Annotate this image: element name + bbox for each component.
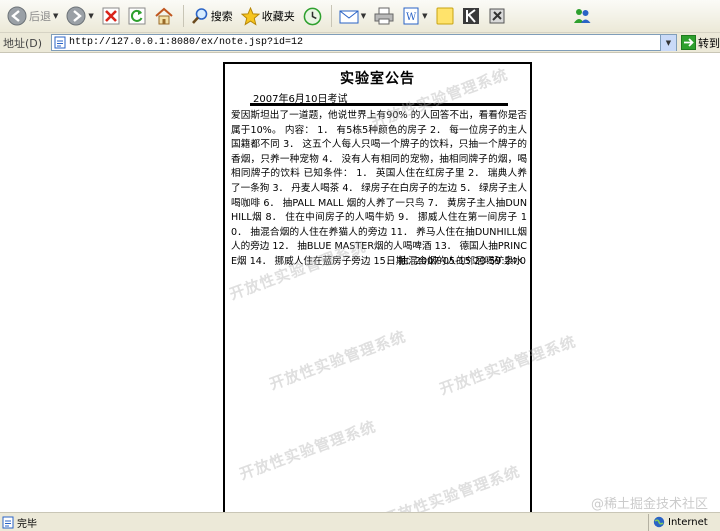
toolbar-separator	[330, 5, 332, 27]
note-icon	[436, 7, 454, 25]
edit-dropdown-icon[interactable]: ▼	[422, 12, 427, 20]
star-icon	[240, 6, 260, 26]
status-bar: 完毕 Internet	[0, 512, 720, 531]
address-bar: 地址(D) ▼ 转到	[0, 33, 720, 53]
security-zone[interactable]: Internet	[648, 513, 720, 531]
history-button[interactable]	[300, 3, 325, 29]
notice-title: 实验室公告	[340, 71, 415, 87]
mail-icon	[339, 10, 359, 24]
toolbar: 后退 ▼ ▼ 搜索 收藏夹 ▼ W ▼	[0, 0, 720, 33]
back-arrow-icon	[7, 6, 27, 26]
back-label: 后退	[29, 10, 51, 23]
notice-footer: 日期：2007-05-15 23:59:24.0	[386, 256, 526, 267]
notice-body: 爱因斯坦出了一道题，他说世界上有90% 的人回答不出，看看你是否属于10%。 内…	[231, 110, 527, 267]
kuaiche-button[interactable]	[459, 3, 483, 29]
k-logo-icon	[462, 8, 479, 24]
search-button[interactable]: 搜索	[188, 3, 236, 29]
zone-text: Internet	[668, 516, 708, 528]
favorites-button[interactable]: 收藏夹	[238, 3, 298, 29]
back-dropdown-icon[interactable]: ▼	[53, 12, 58, 20]
forward-dropdown-icon[interactable]: ▼	[88, 12, 93, 20]
address-label: 地址(D)	[3, 36, 43, 50]
stop-button[interactable]	[99, 3, 123, 29]
page-content: 实验室公告 2007年6月10日考试 爱因斯坦出了一道题，他说世界上有90% 的…	[0, 54, 720, 512]
search-icon	[191, 8, 208, 24]
history-icon	[303, 7, 322, 25]
go-button[interactable]: 转到	[681, 35, 720, 51]
mail-button[interactable]: ▼	[336, 3, 369, 29]
title-divider	[250, 103, 508, 106]
credit-watermark: @稀土掘金技术社区	[590, 497, 708, 512]
address-input[interactable]	[69, 35, 649, 50]
discuss-button[interactable]	[433, 3, 457, 29]
status-section: 完毕	[2, 515, 37, 530]
home-button[interactable]	[151, 3, 177, 29]
back-button[interactable]: 后退 ▼	[4, 3, 61, 29]
home-icon	[155, 7, 173, 25]
edit-button[interactable]: W ▼	[399, 3, 430, 29]
word-document-icon: W	[403, 7, 419, 25]
globe-icon	[653, 516, 665, 528]
address-field[interactable]: ▼	[51, 34, 677, 51]
search-label: 搜索	[210, 10, 233, 23]
toolbar-separator	[182, 5, 184, 27]
go-arrow-icon	[681, 35, 696, 50]
messenger-icon	[573, 9, 591, 23]
favorites-label: 收藏夹	[261, 10, 295, 23]
print-button[interactable]	[371, 3, 397, 29]
address-dropdown-icon[interactable]: ▼	[660, 34, 676, 51]
refresh-button[interactable]	[125, 3, 149, 29]
refresh-icon	[128, 7, 146, 25]
tool-button[interactable]	[485, 3, 509, 29]
printer-icon	[374, 7, 394, 25]
page-icon	[54, 36, 66, 49]
page-done-icon	[2, 516, 14, 528]
status-text: 完毕	[17, 518, 37, 530]
svg-text:W: W	[406, 12, 417, 23]
stop-icon	[102, 7, 120, 25]
messenger-button[interactable]	[569, 3, 595, 29]
mail-dropdown-icon[interactable]: ▼	[361, 12, 366, 20]
tool-icon	[489, 8, 505, 24]
go-label: 转到	[698, 36, 720, 50]
forward-button[interactable]: ▼	[63, 3, 96, 29]
notice-panel: 实验室公告 2007年6月10日考试 爱因斯坦出了一道题，他说世界上有90% 的…	[223, 62, 532, 512]
forward-arrow-icon	[66, 6, 86, 26]
